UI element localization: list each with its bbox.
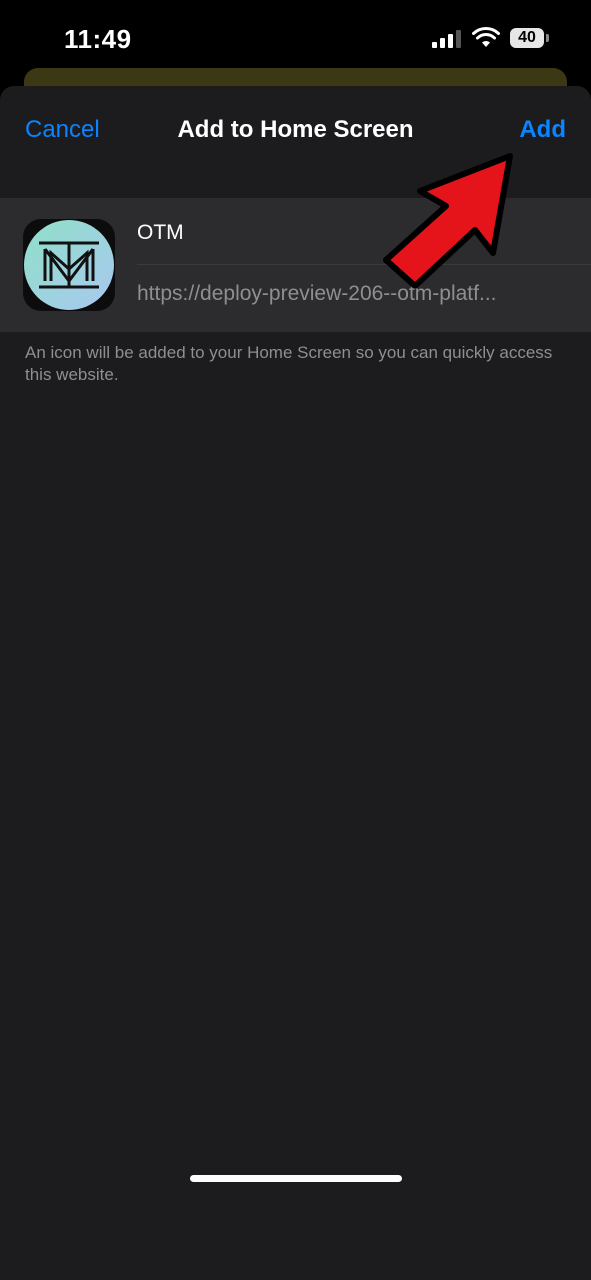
- help-note: An icon will be added to your Home Scree…: [25, 343, 553, 384]
- field-divider: [137, 264, 591, 265]
- add-button[interactable]: Add: [519, 116, 566, 144]
- battery-icon: 40: [510, 28, 544, 48]
- home-indicator[interactable]: [190, 1175, 402, 1182]
- otm-logo-icon: [23, 219, 115, 311]
- battery-tip: [546, 34, 549, 42]
- cellular-signal-icon: [432, 30, 462, 48]
- wifi-icon: [472, 26, 500, 47]
- status-time: 11:49: [64, 24, 132, 54]
- red-arrow-annotation-icon: [383, 153, 513, 288]
- cancel-button[interactable]: Cancel: [25, 116, 100, 144]
